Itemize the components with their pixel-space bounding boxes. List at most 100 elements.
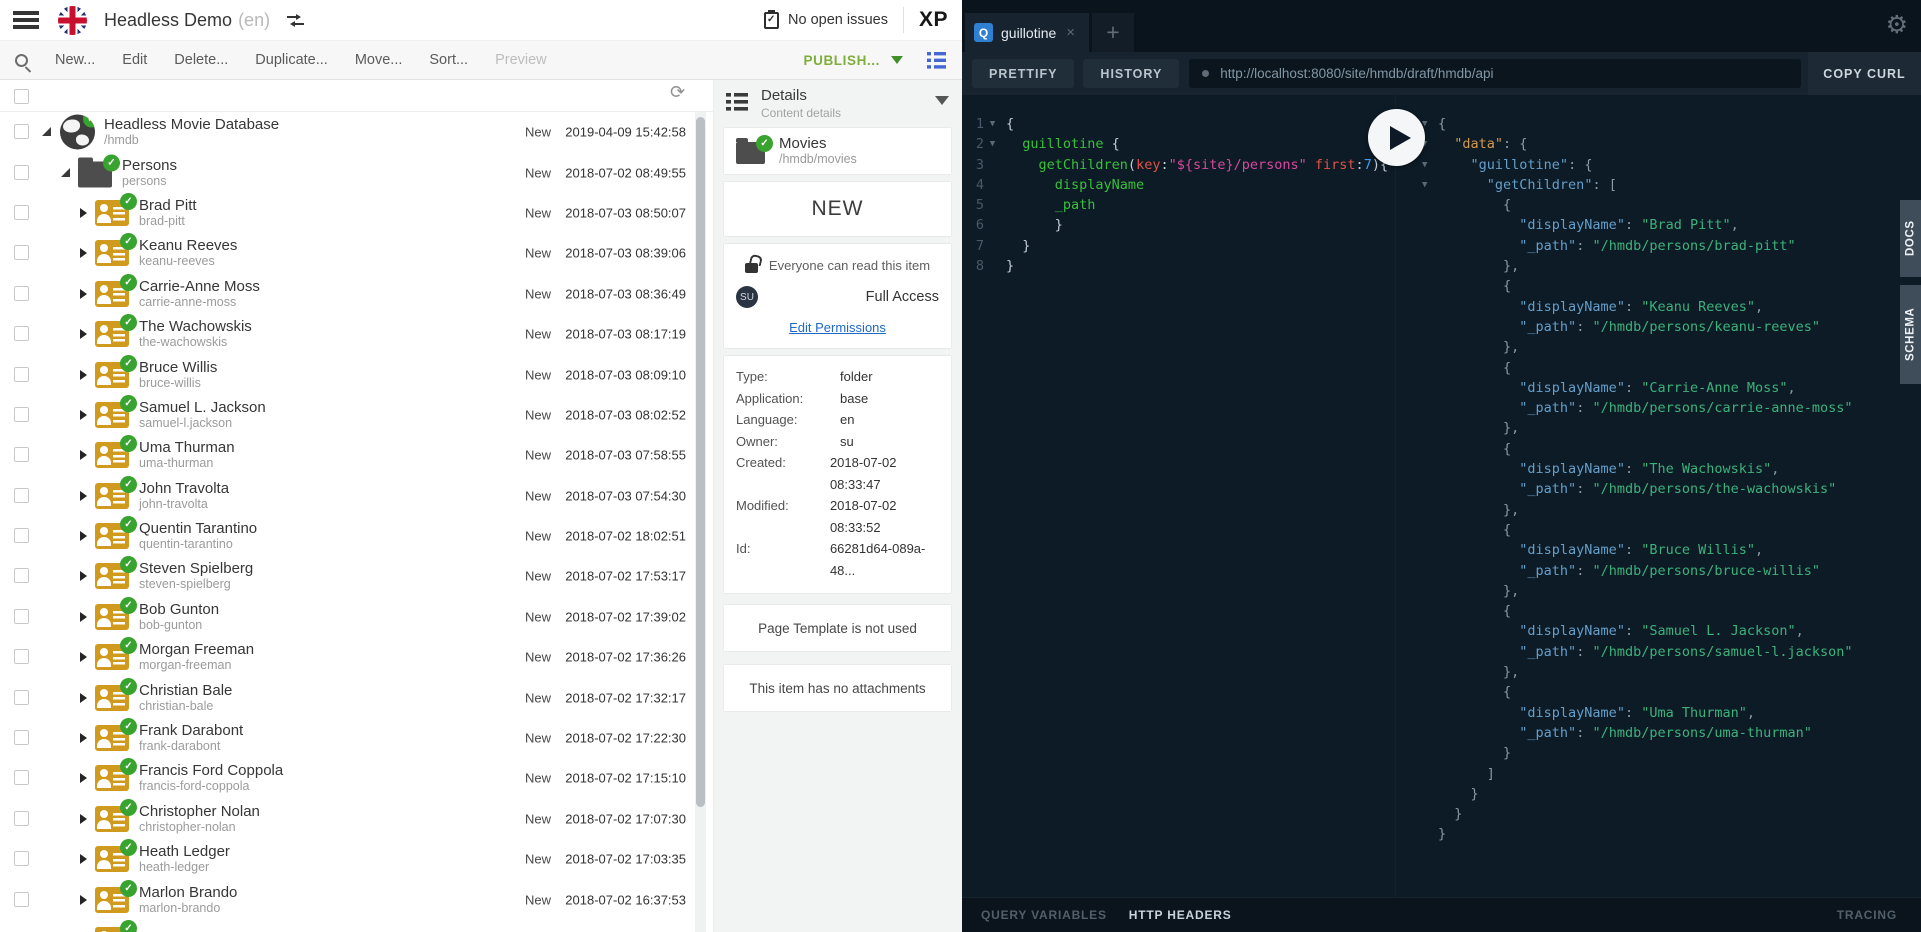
expand-icon[interactable] — [80, 814, 87, 824]
refresh-icon[interactable]: ⟳ — [670, 82, 685, 103]
publish-button[interactable]: PUBLISH... — [803, 53, 880, 68]
table-row[interactable]: Headless Movie Database/hmdbNew2019-04-0… — [0, 112, 713, 152]
search-icon[interactable] — [15, 54, 28, 67]
token-rpun: }, — [1438, 583, 1519, 599]
row-checkbox[interactable] — [14, 165, 29, 180]
row-checkbox[interactable] — [14, 367, 29, 382]
row-checkbox[interactable] — [14, 124, 29, 139]
table-row[interactable]: Christian Balechristian-baleNew2018-07-0… — [0, 677, 713, 717]
row-checkbox[interactable] — [14, 286, 29, 301]
row-checkbox[interactable] — [14, 528, 29, 543]
expand-icon[interactable] — [80, 289, 87, 299]
row-checkbox[interactable] — [14, 730, 29, 745]
fold-caret-icon[interactable]: ▼ — [984, 114, 1001, 134]
new-tab-button[interactable]: + — [1092, 13, 1134, 52]
toolbar-item-edit[interactable]: Edit — [122, 52, 147, 68]
query-variables-tab[interactable]: QUERY VARIABLES — [981, 908, 1107, 922]
table-row[interactable]: Bruce Willisbruce-willisNew2018-07-03 08… — [0, 354, 713, 394]
row-checkbox[interactable] — [14, 690, 29, 705]
expand-icon[interactable] — [80, 208, 87, 218]
select-all-checkbox[interactable] — [14, 89, 29, 104]
row-checkbox[interactable] — [14, 488, 29, 503]
expand-icon[interactable] — [80, 733, 87, 743]
table-row[interactable]: Carrie-Anne Mosscarrie-anne-mossNew2018-… — [0, 274, 713, 314]
expand-icon[interactable] — [80, 491, 87, 501]
table-row[interactable]: Quentin Tarantinoquentin-tarantinoNew201… — [0, 516, 713, 556]
prettify-button[interactable]: PRETTIFY — [972, 59, 1074, 88]
expand-icon[interactable] — [80, 571, 87, 581]
schema-side-tab[interactable]: SCHEMA — [1900, 285, 1921, 384]
expand-icon[interactable] — [80, 895, 87, 905]
expand-icon[interactable] — [80, 693, 87, 703]
table-row[interactable]: Heath Ledgerheath-ledgerNew2018-07-02 17… — [0, 839, 713, 879]
table-row[interactable]: Marlon Brandomarlon-brandoNew2018-07-02 … — [0, 879, 713, 919]
fold-caret-icon[interactable]: ▼ — [1422, 155, 1438, 175]
table-row[interactable]: Uma Thurmanuma-thurmanNew2018-07-03 07:5… — [0, 435, 713, 475]
table-row[interactable]: John Travoltajohn-travoltaNew2018-07-03 … — [0, 476, 713, 516]
table-row[interactable]: Morgan Freemanmorgan-freemanNew2018-07-0… — [0, 637, 713, 677]
table-row[interactable]: Brad Pittbrad-pittNew2018-07-03 08:50:07 — [0, 193, 713, 233]
collapse-icon[interactable] — [42, 127, 51, 136]
row-checkbox[interactable] — [14, 770, 29, 785]
table-row[interactable]: The Wachowskisthe-wachowskisNew2018-07-0… — [0, 314, 713, 354]
expand-icon[interactable] — [80, 329, 87, 339]
row-checkbox[interactable] — [14, 326, 29, 341]
close-tab-icon[interactable]: × — [1066, 24, 1075, 41]
tab-guillotine[interactable]: Q guillotine × — [965, 13, 1089, 52]
endpoint-url-field[interactable]: http://localhost:8080/site/hmdb/draft/hm… — [1189, 59, 1801, 88]
expand-icon[interactable] — [80, 370, 87, 380]
expand-icon[interactable] — [80, 652, 87, 662]
toolbar-item-duplicate[interactable]: Duplicate... — [255, 52, 328, 68]
table-row[interactable]: Keanu Reeveskeanu-reevesNew2018-07-03 08… — [0, 233, 713, 273]
history-button[interactable]: HISTORY — [1083, 59, 1179, 88]
tracing-tab[interactable]: TRACING — [1837, 908, 1897, 922]
scrollbar-thumb[interactable] — [696, 117, 705, 807]
list-scrollbar[interactable] — [695, 112, 706, 932]
row-checkbox[interactable] — [14, 245, 29, 260]
widget-selector-caret-icon[interactable] — [935, 96, 949, 105]
row-checkbox[interactable] — [14, 851, 29, 866]
edit-permissions-link[interactable]: Edit Permissions — [789, 320, 886, 335]
expand-icon[interactable] — [80, 773, 87, 783]
toolbar-item-move[interactable]: Move... — [355, 52, 403, 68]
table-row[interactable]: Samuel L. Jacksonsamuel-l.jacksonNew2018… — [0, 395, 713, 435]
expand-icon[interactable] — [80, 854, 87, 864]
open-issues-button[interactable]: No open issues — [764, 12, 888, 29]
row-checkbox[interactable] — [14, 649, 29, 664]
table-row[interactable]: Bob Guntonbob-guntonNew2018-07-02 17:39:… — [0, 597, 713, 637]
fold-caret-icon[interactable]: ▼ — [1422, 175, 1438, 195]
expand-icon[interactable] — [80, 612, 87, 622]
table-row[interactable]: PersonspersonsNew2018-07-02 08:49:55 — [0, 152, 713, 192]
row-checkbox[interactable] — [14, 447, 29, 462]
fold-caret-icon[interactable]: ▼ — [984, 134, 1001, 154]
row-checkbox[interactable] — [14, 609, 29, 624]
toolbar-item-sort[interactable]: Sort... — [429, 52, 468, 68]
toolbar-item-delete[interactable]: Delete... — [174, 52, 228, 68]
expand-icon[interactable] — [80, 531, 87, 541]
settings-gear-icon[interactable]: ⚙ — [1886, 10, 1908, 40]
menu-icon[interactable] — [13, 11, 39, 15]
expand-icon[interactable] — [80, 248, 87, 258]
table-row[interactable]: Francis Ford Coppolafrancis-ford-coppola… — [0, 758, 713, 798]
row-checkbox[interactable] — [14, 568, 29, 583]
table-row[interactable]: Tim Robbins — [0, 920, 713, 932]
row-checkbox[interactable] — [14, 811, 29, 826]
list-view-toggle-icon[interactable] — [927, 52, 946, 69]
collapse-icon[interactable] — [61, 168, 70, 177]
row-text: Personspersons — [122, 157, 177, 189]
expand-icon[interactable] — [80, 450, 87, 460]
table-row[interactable]: Christopher Nolanchristopher-nolanNew201… — [0, 799, 713, 839]
docs-side-tab[interactable]: DOCS — [1900, 200, 1921, 277]
row-checkbox[interactable] — [14, 205, 29, 220]
row-checkbox[interactable] — [14, 407, 29, 422]
toolbar-item-new[interactable]: New... — [55, 52, 95, 68]
copy-curl-button[interactable]: COPY CURL — [1808, 52, 1921, 95]
table-row[interactable]: Frank Darabontfrank-darabontNew2018-07-0… — [0, 718, 713, 758]
table-row[interactable]: Steven Spielbergsteven-spielbergNew2018-… — [0, 556, 713, 596]
publish-menu-caret-icon[interactable] — [891, 56, 903, 64]
row-checkbox[interactable] — [14, 892, 29, 907]
http-headers-tab[interactable]: HTTP HEADERS — [1129, 908, 1232, 922]
execute-query-button[interactable] — [1368, 109, 1425, 166]
query-editor[interactable]: 1▼{2▼ guillotine {3 getChildren(key:"${s… — [962, 95, 1395, 897]
expand-icon[interactable] — [80, 410, 87, 420]
